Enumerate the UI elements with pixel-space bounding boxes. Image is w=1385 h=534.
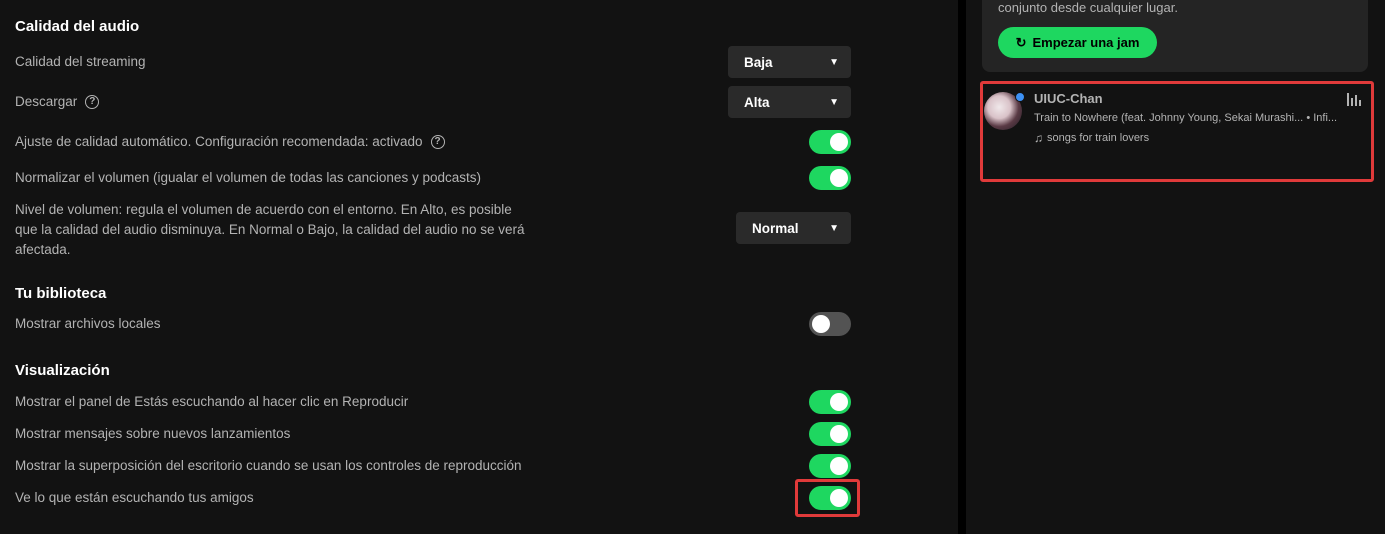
help-icon[interactable]: ? xyxy=(430,134,445,149)
chevron-down-icon: ▼ xyxy=(829,56,839,68)
volume-level-line3: afectada. xyxy=(15,242,71,257)
download-quality-select[interactable]: Alta ▼ xyxy=(728,86,851,118)
help-icon[interactable]: ? xyxy=(85,94,100,109)
jam-icon: ↻ xyxy=(1015,34,1027,50)
start-jam-label: Empezar una jam xyxy=(1032,35,1140,50)
highlight-box xyxy=(980,81,1374,182)
auto-adjust-text: Ajuste de calidad automático. Configurac… xyxy=(15,134,423,149)
normalize-toggle[interactable] xyxy=(809,166,851,190)
streaming-quality-text: Calidad del streaming xyxy=(15,54,146,69)
jam-text: conjunto desde cualquier lugar. xyxy=(998,0,1178,15)
auto-adjust-label: Ajuste de calidad automático. Configurac… xyxy=(15,134,445,149)
new-releases-label: Mostrar mensajes sobre nuevos lanzamient… xyxy=(15,426,290,441)
desktop-overlay-toggle[interactable] xyxy=(809,454,851,478)
library-title: Tu biblioteca xyxy=(15,285,107,302)
settings-panel: Calidad del audio Calidad del streaming … xyxy=(0,0,958,534)
chevron-down-icon: ▼ xyxy=(829,96,839,108)
auto-adjust-toggle[interactable] xyxy=(809,130,851,154)
download-quality-value: Alta xyxy=(744,94,770,110)
chevron-down-icon: ▼ xyxy=(829,222,839,234)
friend-activity-panel: conjunto desde cualquier lugar. ↻ Empeza… xyxy=(966,0,1385,534)
desktop-overlay-text: Mostrar la superposición del escritorio … xyxy=(15,458,522,473)
download-label: Descargar ? xyxy=(15,94,100,109)
volume-level-line1: Nivel de volumen: regula el volumen de a… xyxy=(15,202,512,217)
new-releases-text: Mostrar mensajes sobre nuevos lanzamient… xyxy=(15,426,291,441)
normalize-label: Normalizar el volumen (igualar el volume… xyxy=(15,170,481,185)
download-text: Descargar xyxy=(15,94,78,109)
volume-level-select[interactable]: Normal ▼ xyxy=(736,212,851,244)
volume-level-description: Nivel de volumen: regula el volumen de a… xyxy=(15,200,525,260)
friend-activity-text: Ve lo que están escuchando tus amigos xyxy=(15,490,254,505)
highlight-box xyxy=(795,479,860,517)
volume-level-line2: que la calidad del audio disminuya. En N… xyxy=(15,222,525,237)
volume-level-value: Normal xyxy=(752,220,799,236)
desktop-overlay-label: Mostrar la superposición del escritorio … xyxy=(15,458,522,473)
jam-card: conjunto desde cualquier lugar. ↻ Empeza… xyxy=(982,0,1368,72)
now-playing-toggle[interactable] xyxy=(809,390,851,414)
now-playing-label: Mostrar el panel de Estás escuchando al … xyxy=(15,394,408,409)
new-releases-toggle[interactable] xyxy=(809,422,851,446)
now-playing-text: Mostrar el panel de Estás escuchando al … xyxy=(15,394,409,409)
start-jam-button[interactable]: ↻ Empezar una jam xyxy=(998,27,1157,58)
friend-activity-label: Ve lo que están escuchando tus amigos xyxy=(15,490,254,505)
display-title: Visualización xyxy=(15,362,110,379)
local-files-text: Mostrar archivos locales xyxy=(15,316,161,331)
streaming-quality-label: Calidad del streaming xyxy=(15,54,146,69)
streaming-quality-value: Baja xyxy=(744,54,773,70)
local-files-toggle[interactable] xyxy=(809,312,851,336)
streaming-quality-select[interactable]: Baja ▼ xyxy=(728,46,851,78)
local-files-label: Mostrar archivos locales xyxy=(15,316,161,331)
audio-quality-title: Calidad del audio xyxy=(15,18,140,35)
normalize-text: Normalizar el volumen (igualar el volume… xyxy=(15,170,481,185)
